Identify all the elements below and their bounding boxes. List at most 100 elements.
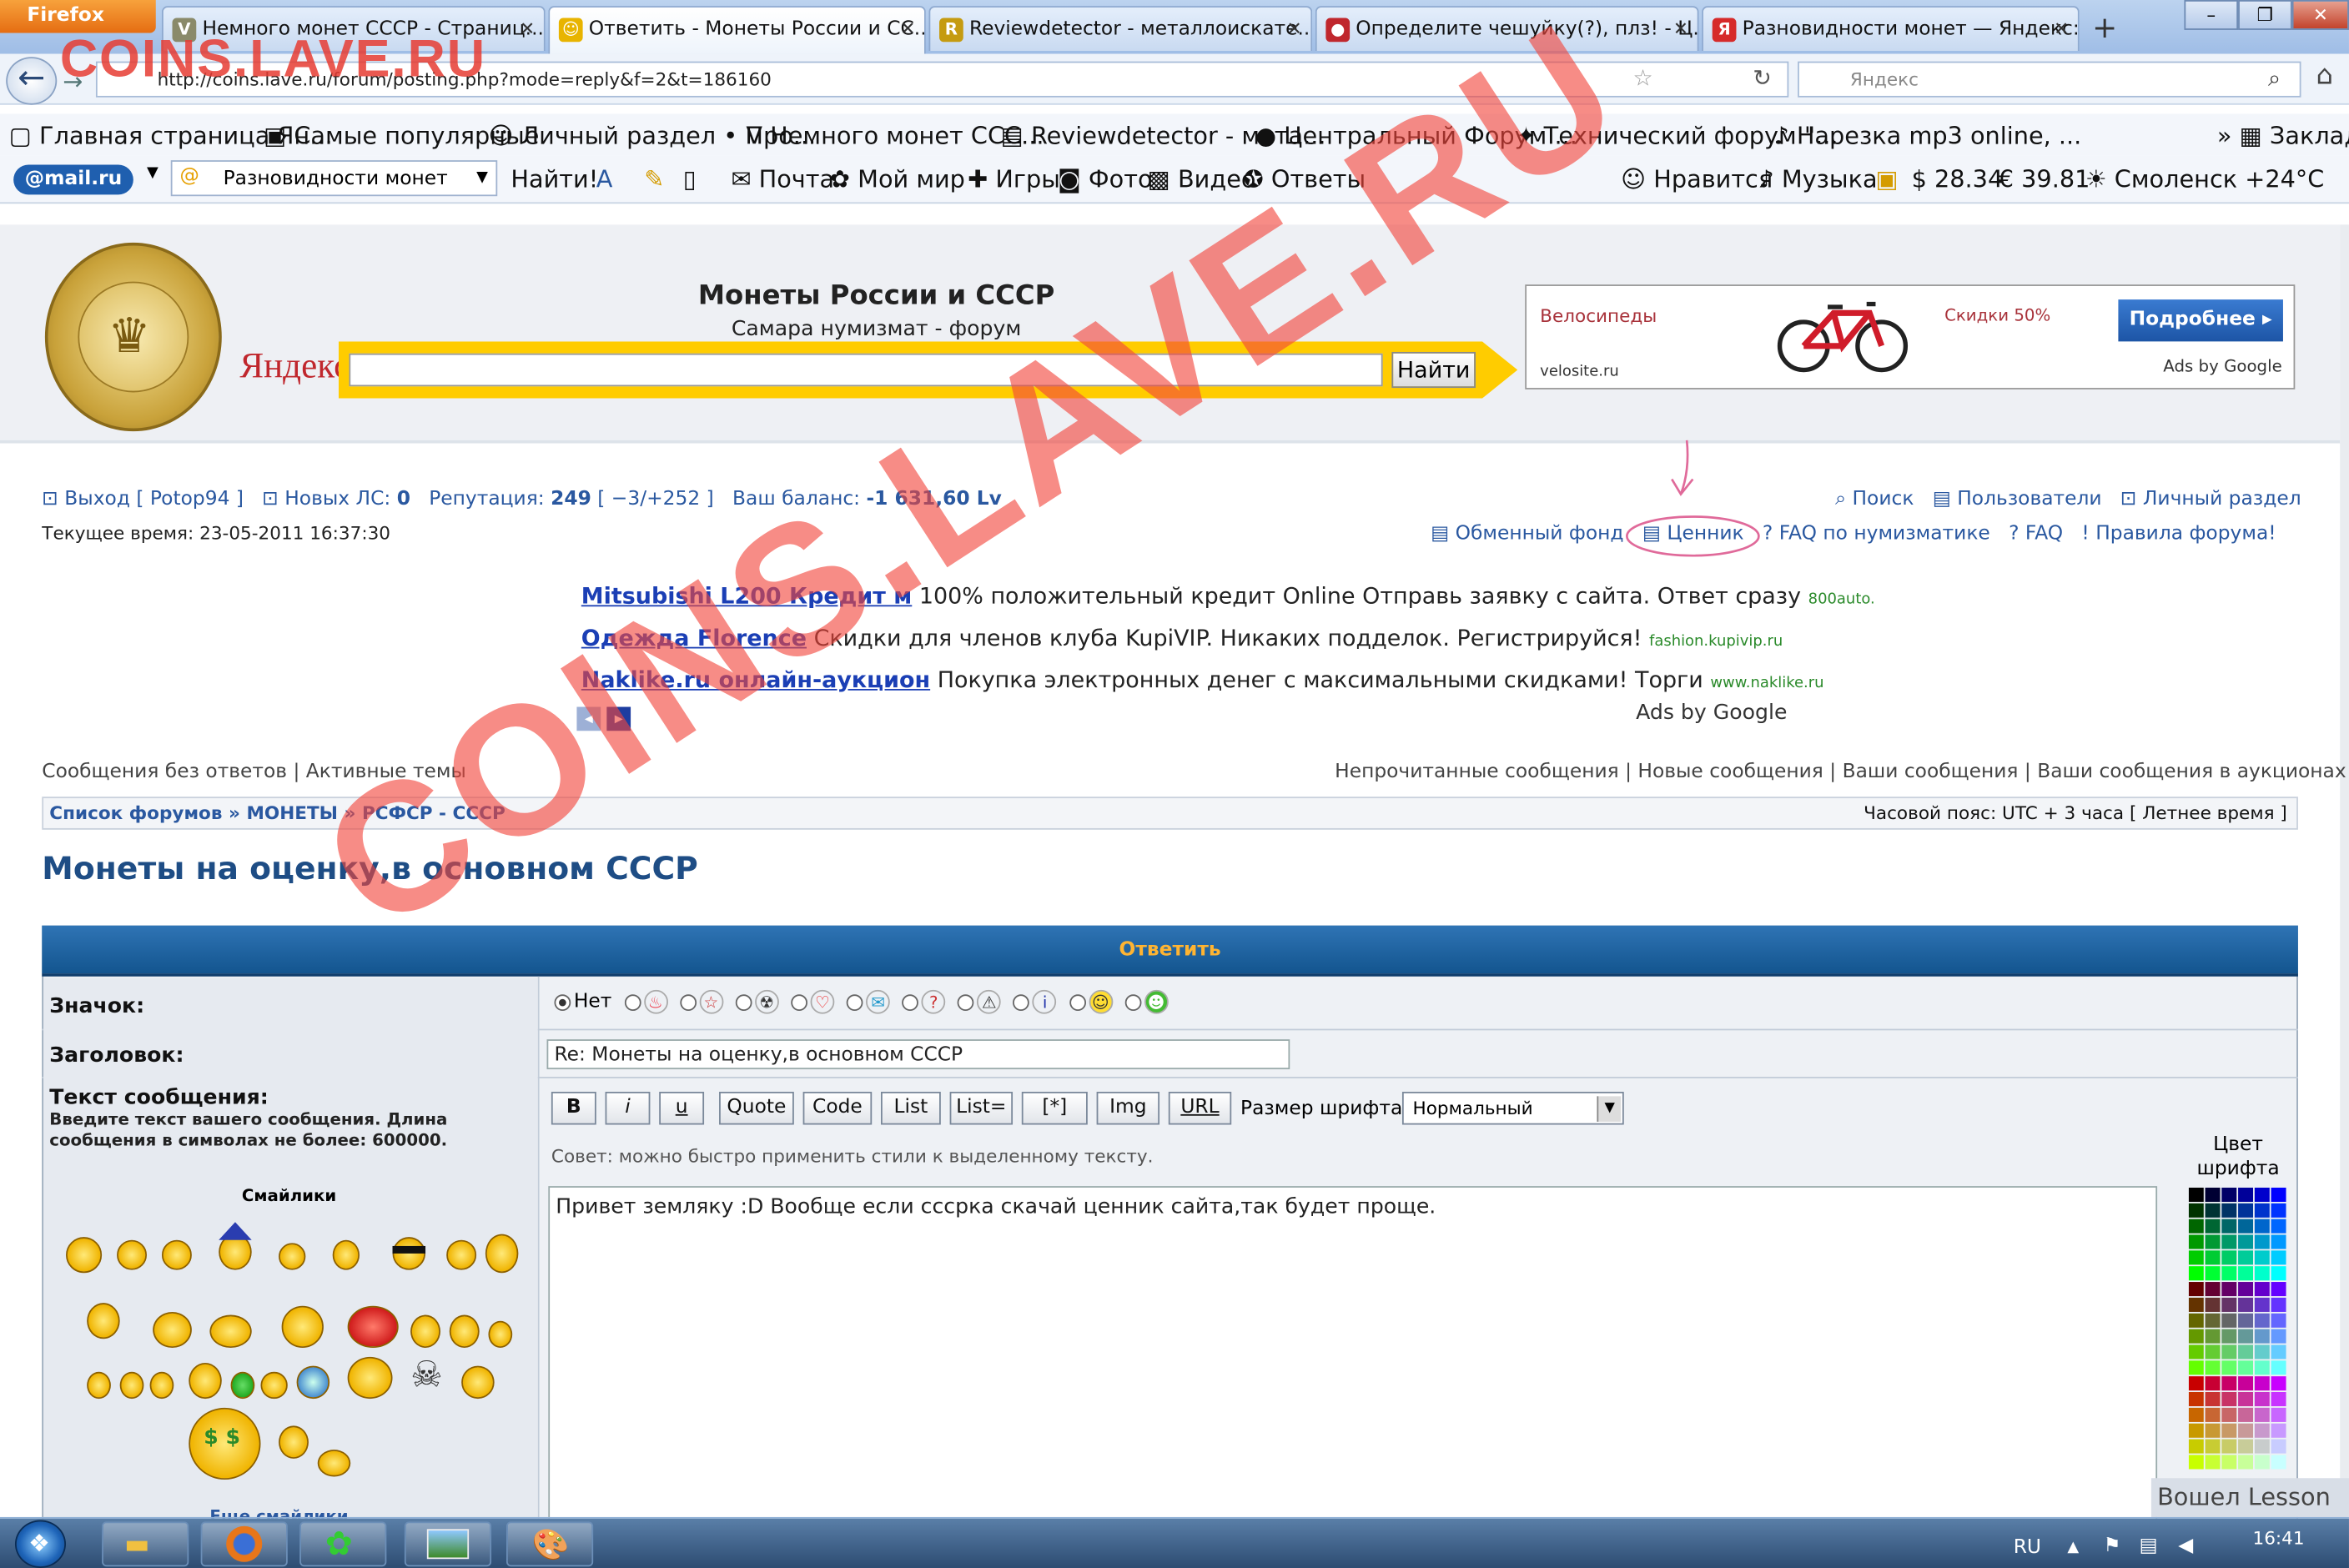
smiley-icon[interactable] [332, 1239, 360, 1270]
chevron-down-icon[interactable]: ▼ [476, 169, 488, 186]
logout-link[interactable]: ⊡ Выход [ Potop94 ] [42, 488, 244, 510]
color-swatch[interactable] [2271, 1219, 2286, 1234]
bookmark-item[interactable]: V Немного монет ССС... [746, 121, 1044, 149]
color-swatch[interactable] [2254, 1219, 2270, 1234]
mail-link[interactable]: ✉ Почта [731, 165, 834, 193]
color-swatch[interactable] [2221, 1376, 2237, 1391]
clock[interactable]: 16:41 [2241, 1528, 2316, 1549]
paint-taskbar-button[interactable]: 🎨 [506, 1521, 594, 1567]
firefox-taskbar-button[interactable] [200, 1521, 288, 1567]
color-swatch[interactable] [2254, 1187, 2270, 1202]
bookmark-item[interactable]: ♪ Нарезка mp3 online, ... [1773, 121, 2081, 149]
smiley-icon[interactable] [461, 1365, 495, 1400]
highlighter-icon[interactable]: ✎ [644, 165, 664, 193]
color-swatch[interactable] [2188, 1234, 2204, 1249]
tab-2-active[interactable]: ☺ Ответить - Монеты России и СС... ✕ [548, 6, 926, 54]
color-swatch[interactable] [2221, 1329, 2237, 1344]
color-swatch[interactable] [2221, 1234, 2237, 1249]
color-swatch[interactable] [2254, 1423, 2270, 1438]
color-swatch[interactable] [2271, 1250, 2286, 1265]
icon-radio[interactable] [1124, 993, 1142, 1011]
my-world-link[interactable]: ✿ Мой мир [830, 165, 965, 193]
ordered-list-button[interactable]: List= [949, 1091, 1014, 1125]
color-swatch[interactable] [2254, 1282, 2270, 1297]
color-swatch[interactable] [2238, 1250, 2254, 1265]
smiley-icon[interactable] [66, 1237, 103, 1274]
reputation-detail[interactable]: [ −3/+252 ] [597, 488, 713, 510]
maximize-button[interactable]: ❐ [2238, 0, 2292, 30]
color-swatch[interactable] [2205, 1297, 2221, 1312]
color-swatch[interactable] [2188, 1344, 2204, 1359]
color-swatch[interactable] [2188, 1297, 2204, 1312]
breadcrumb-forums[interactable]: Список форумов [49, 802, 222, 823]
color-swatch[interactable] [2238, 1407, 2254, 1422]
color-swatch[interactable] [2205, 1282, 2221, 1297]
color-swatch[interactable] [2254, 1407, 2270, 1422]
photo-link[interactable]: ◙ Фото [1058, 165, 1153, 193]
music-link[interactable]: ♪ Музыка [1758, 165, 1877, 193]
smiley-icon[interactable] [279, 1243, 306, 1270]
color-swatch[interactable] [2205, 1439, 2221, 1454]
color-swatch[interactable] [2221, 1297, 2237, 1312]
color-swatch[interactable] [2221, 1250, 2237, 1265]
smiley-icon[interactable] [153, 1311, 192, 1349]
color-swatch[interactable] [2254, 1297, 2270, 1312]
url-button[interactable]: URL [1168, 1091, 1232, 1125]
mailru-search-input[interactable]: Разновидности монет [170, 160, 498, 197]
color-swatch[interactable] [2254, 1266, 2270, 1281]
icon-radio[interactable] [958, 993, 974, 1011]
color-swatch[interactable] [2254, 1234, 2270, 1249]
smiley-icon[interactable] [317, 1450, 351, 1477]
smiley-icon[interactable] [485, 1234, 519, 1274]
color-swatch[interactable] [2271, 1282, 2286, 1297]
notes-icon[interactable]: ▣ [1875, 165, 1898, 193]
color-swatch[interactable] [2188, 1376, 2204, 1391]
network-icon[interactable]: ▤ [2140, 1535, 2158, 1557]
color-swatch[interactable] [2205, 1329, 2221, 1344]
message-textarea[interactable] [548, 1186, 2158, 1525]
color-swatch[interactable] [2188, 1250, 2204, 1265]
rules-link[interactable]: ! Правила форума! [2081, 523, 2276, 545]
image-button[interactable]: Img [1096, 1091, 1160, 1125]
color-swatch[interactable] [2188, 1313, 2204, 1328]
color-swatch[interactable] [2271, 1203, 2286, 1218]
color-swatch[interactable] [2271, 1234, 2286, 1249]
reload-icon[interactable]: ↻ [1753, 64, 1772, 91]
smiley-icon[interactable] [410, 1314, 440, 1349]
color-swatch[interactable] [2254, 1313, 2270, 1328]
color-swatch[interactable] [2238, 1266, 2254, 1281]
eur-rate[interactable]: € 39.81 [1999, 165, 2090, 193]
color-swatch[interactable] [2221, 1266, 2237, 1281]
image-viewer-taskbar-button[interactable] [404, 1521, 492, 1567]
color-swatch[interactable] [2205, 1203, 2221, 1218]
icq-taskbar-button[interactable]: ✿ [299, 1521, 387, 1567]
color-swatch[interactable] [2205, 1266, 2221, 1281]
color-swatch[interactable] [2238, 1329, 2254, 1344]
volume-icon[interactable]: ◀ [2178, 1535, 2193, 1557]
color-swatch[interactable] [2254, 1329, 2270, 1344]
color-swatch[interactable] [2271, 1407, 2286, 1422]
smiley-icon[interactable] [347, 1356, 393, 1400]
color-swatch[interactable] [2205, 1234, 2221, 1249]
color-swatch[interactable] [2221, 1407, 2237, 1422]
yandex-search-button[interactable]: Найти [1391, 351, 1476, 389]
devil-smiley-icon[interactable] [347, 1305, 399, 1349]
color-swatch[interactable] [2205, 1360, 2221, 1375]
color-swatch[interactable] [2238, 1344, 2254, 1359]
dropdown-arrow-icon[interactable]: ▼ [147, 165, 158, 182]
color-swatch[interactable] [2221, 1187, 2237, 1202]
usd-rate[interactable]: $ 28.34 [1912, 165, 2004, 193]
color-swatch[interactable] [2205, 1344, 2221, 1359]
icon-radio[interactable] [791, 993, 807, 1011]
language-indicator[interactable]: RU [2014, 1536, 2041, 1559]
font-size-icon[interactable]: A [596, 165, 613, 193]
color-swatch[interactable] [2238, 1219, 2254, 1234]
color-swatch[interactable] [2254, 1360, 2270, 1375]
color-swatch[interactable] [2188, 1407, 2204, 1422]
close-window-button[interactable]: ✕ [2291, 0, 2349, 30]
color-swatch[interactable] [2188, 1392, 2204, 1407]
smiley-icon[interactable] [117, 1239, 147, 1270]
color-swatch[interactable] [2238, 1234, 2254, 1249]
chevron-down-icon[interactable]: ▼ [1597, 1096, 1622, 1122]
color-swatch[interactable] [2238, 1455, 2254, 1470]
